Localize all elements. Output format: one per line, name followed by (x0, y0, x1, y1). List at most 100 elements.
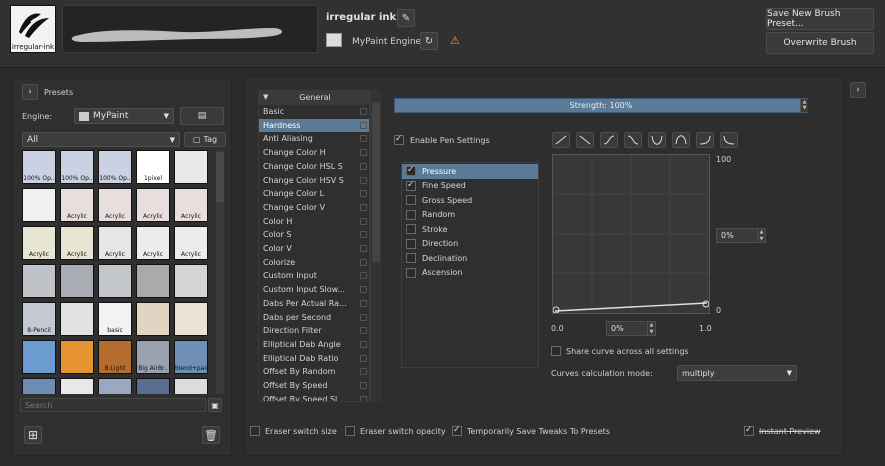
lock-icon[interactable] (360, 258, 367, 266)
sensor-checkbox[interactable] (406, 267, 416, 278)
preset-tile[interactable]: blend+paint (174, 340, 208, 374)
settings-list-item[interactable]: Change Color HSV S (259, 174, 369, 188)
preset-tile[interactable]: Acrylic (98, 188, 132, 222)
settings-list-item[interactable]: Change Color HSL S (259, 160, 369, 174)
sensor-item[interactable]: Gross Speed (402, 193, 538, 208)
lock-icon[interactable] (360, 382, 367, 389)
view-mode-button[interactable]: ▤ (180, 107, 224, 125)
settings-list-item[interactable]: Dabs per Second (259, 311, 369, 325)
sensor-checkbox[interactable] (406, 253, 416, 264)
preset-tile[interactable]: 8-Pencil (22, 302, 56, 336)
settings-list-item[interactable]: Custom Input (259, 269, 369, 283)
settings-list-item[interactable]: Change Color V (259, 201, 369, 215)
tag-button[interactable]: ▢ Tag (184, 132, 226, 147)
lock-icon[interactable] (360, 354, 367, 362)
preset-tile[interactable] (98, 264, 132, 298)
lock-icon[interactable] (360, 176, 367, 184)
lock-icon[interactable] (360, 313, 367, 321)
curve-l-button[interactable] (672, 132, 690, 148)
sensor-checkbox[interactable] (406, 224, 416, 235)
settings-list-item[interactable]: Color V (259, 242, 369, 256)
lock-icon[interactable] (360, 190, 367, 198)
lock-icon[interactable] (360, 203, 367, 211)
eraser-opacity-checkbox[interactable] (345, 426, 355, 436)
temp-save-option[interactable]: Temporarily Save Tweaks To Presets (452, 425, 610, 436)
curve-u-button[interactable] (696, 132, 714, 148)
engine-filter-select[interactable]: MyPaint ▼ (74, 108, 174, 124)
settings-list-header[interactable]: ▼ General (259, 91, 369, 105)
lock-icon[interactable] (360, 121, 367, 129)
curve-linear-button[interactable] (552, 132, 570, 148)
preset-tile[interactable]: Acrylic (174, 226, 208, 260)
lock-icon[interactable] (360, 162, 367, 170)
preset-tile[interactable]: 100% Op.. (22, 150, 56, 184)
preset-tile[interactable]: Acrylic (60, 188, 94, 222)
sensor-item[interactable]: Pressure (402, 164, 538, 179)
overwrite-brush-button[interactable]: Overwrite Brush (766, 32, 874, 54)
settings-list-item[interactable]: Custom Input Slow... (259, 283, 369, 297)
settings-list-item[interactable]: Basic (259, 105, 369, 119)
preset-tile[interactable] (136, 302, 170, 336)
preset-search-input[interactable] (20, 398, 206, 412)
preset-tile[interactable] (60, 378, 94, 394)
sensor-checkbox[interactable] (406, 165, 416, 177)
settings-list-item[interactable]: Anti Aliasing (259, 132, 369, 146)
delete-preset-button[interactable]: 🗑 (202, 426, 220, 444)
preset-tile[interactable] (22, 340, 56, 374)
settings-list-scrollbar[interactable] (370, 90, 381, 402)
settings-list-item[interactable]: Change Color L (259, 187, 369, 201)
preset-tile[interactable]: Acrylic (22, 226, 56, 260)
preset-tile[interactable]: 100% Op.. (98, 150, 132, 184)
preset-tile[interactable] (22, 264, 56, 298)
curve-y-spinbox[interactable]: 0% ▲ ▼ (716, 228, 766, 243)
instant-preview-checkbox[interactable] (744, 425, 754, 436)
reload-button[interactable]: ↻ (420, 32, 438, 50)
share-curve-checkbox[interactable] (551, 346, 561, 356)
settings-list-item[interactable]: Direction Filter (259, 324, 369, 338)
preset-tile[interactable] (136, 264, 170, 298)
curve-reverse-s-button[interactable] (624, 132, 642, 148)
sensor-item[interactable]: Stroke (402, 222, 538, 237)
curve-j-button[interactable] (648, 132, 666, 148)
temp-save-checkbox[interactable] (452, 425, 462, 436)
calc-mode-select[interactable]: multiply ▼ (677, 365, 797, 381)
preset-tile[interactable]: Acrylic (136, 226, 170, 260)
preset-tile[interactable] (60, 264, 94, 298)
settings-scroll-thumb[interactable] (372, 102, 380, 262)
settings-list-item[interactable]: Offset By Speed (259, 379, 369, 393)
preset-tile[interactable] (22, 188, 56, 222)
preset-tile[interactable] (60, 302, 94, 336)
preset-tile[interactable]: B.Light (98, 340, 132, 374)
eraser-size-checkbox[interactable] (250, 426, 260, 436)
sensor-checkbox[interactable] (406, 209, 416, 220)
lock-icon[interactable] (360, 299, 367, 307)
preset-tile[interactable] (174, 264, 208, 298)
preset-tile[interactable] (136, 378, 170, 394)
lock-icon[interactable] (360, 286, 367, 294)
preset-tile[interactable]: basic (98, 302, 132, 336)
strength-slider[interactable]: Strength: 100% (394, 98, 808, 113)
expand-panel-button[interactable]: › (850, 82, 866, 98)
preset-tile[interactable]: Acrylic (174, 188, 208, 222)
curve-x-spinbox[interactable]: 0% ▲ ▼ (606, 321, 656, 336)
enable-pen-settings[interactable]: Enable Pen Settings (394, 134, 490, 145)
preset-tile[interactable] (174, 150, 208, 184)
settings-list-item[interactable]: Elliptical Dab Ratio (259, 352, 369, 366)
lock-icon[interactable] (360, 272, 367, 280)
share-curve-option[interactable]: Share curve across all settings (551, 346, 689, 356)
preset-tile[interactable] (174, 302, 208, 336)
eraser-opacity-option[interactable]: Eraser switch opacity (345, 426, 446, 436)
settings-list-item[interactable]: Change Color H (259, 146, 369, 160)
preset-tile[interactable]: Acrylic (136, 188, 170, 222)
preset-tile[interactable] (174, 378, 208, 394)
preset-tile[interactable]: Acrylic (60, 226, 94, 260)
add-preset-button[interactable]: ⊞ (24, 426, 42, 444)
brush-thumbnail[interactable]: irregular-ink (10, 5, 56, 53)
lock-icon[interactable] (360, 108, 367, 115)
sensor-item[interactable]: Fine Speed (402, 179, 538, 194)
save-new-preset-button[interactable]: Save New Brush Preset... (766, 8, 874, 30)
preset-tile[interactable]: Acrylic (98, 226, 132, 260)
sensor-item[interactable]: Direction (402, 237, 538, 252)
preset-tile[interactable] (98, 378, 132, 394)
lock-icon[interactable] (360, 327, 367, 335)
